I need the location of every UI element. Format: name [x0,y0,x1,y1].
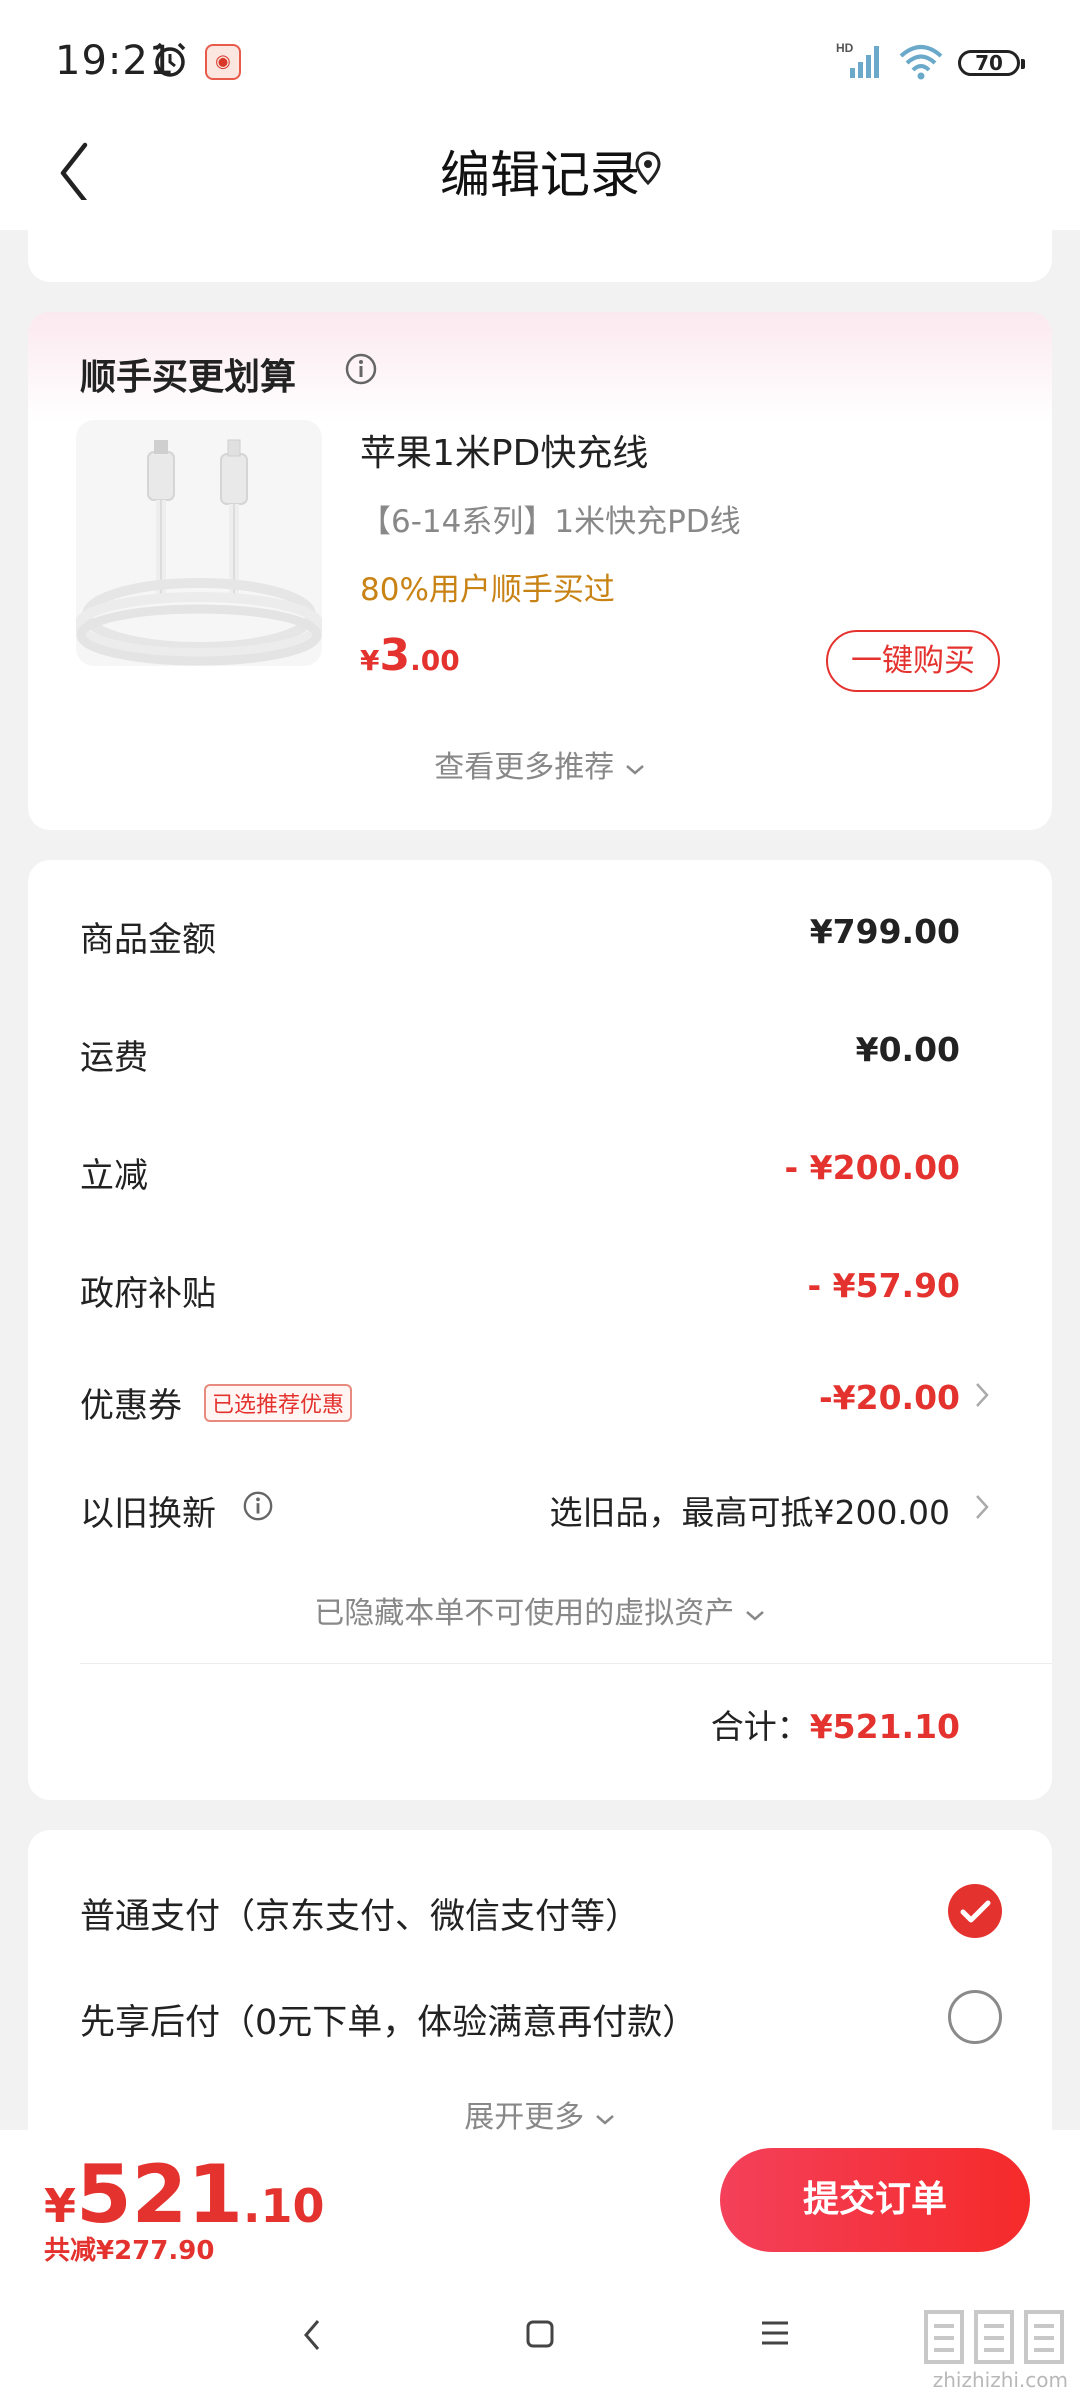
info-icon[interactable] [344,352,378,386]
more-recommend-link[interactable]: 查看更多推荐 [28,742,1052,786]
radio-checked-icon[interactable] [948,1884,1002,1938]
price-currency: ¥ [44,2179,77,2233]
product-name[interactable]: 苹果1米PD快充线 [360,424,648,476]
system-nav-bar [0,2290,1080,2400]
info-icon[interactable] [242,1490,274,1522]
shipping-row: 运费 ¥0.00 [80,1030,960,1090]
shipping-label: 运费 [80,1038,148,1078]
gov-subsidy-label: 政府补贴 [80,1274,216,1314]
coupon-tag: 已选推荐优惠 [204,1384,353,1422]
chevron-right-icon [976,1383,989,1407]
instant-discount-label: 立减 [80,1156,148,1196]
recommend-title: 顺手买更划算 [80,357,297,398]
submit-order-button[interactable]: 提交订单 [720,2148,1030,2252]
price-detail-card: 商品金额 ¥799.00 运费 ¥0.00 立减 - ¥200.00 政府补贴 … [28,860,1052,1800]
checkout-price: ¥521.10 [44,2148,325,2241]
chevron-down-icon [625,765,644,775]
coupon-label: 优惠券 [80,1386,182,1426]
divider [80,1663,1052,1664]
product-stat: 80%用户顺手买过 [360,572,615,608]
charging-cable-image [76,439,322,666]
price-decimal: .00 [410,644,460,677]
hidden-assets-label: 已隐藏本单不可使用的虚拟资产 [314,1596,735,1631]
product-image[interactable] [76,420,322,666]
location-pin-icon[interactable] [633,149,663,189]
total-value: ¥521.10 [809,1707,960,1746]
total-label: 合计： [710,1707,810,1746]
instant-discount-value: - ¥200.00 [784,1148,961,1187]
payment-option-label: 普通支付（京东支付、微信支付等） [80,1897,641,1937]
more-recommend-label: 查看更多推荐 [434,750,615,785]
payment-option-paylater[interactable]: 先享后付（0元下单，体验满意再付款） [80,1990,1002,2050]
gov-subsidy-row: 政府补贴 - ¥57.90 [80,1266,960,1326]
price-currency: ¥ [360,644,380,677]
shipping-value: ¥0.00 [855,1030,960,1069]
signal-icon: HD [836,41,879,78]
trade-in-label: 以旧换新 [80,1494,216,1534]
previous-section-card [28,200,1052,282]
system-back-icon[interactable] [300,2315,324,2355]
watermark-domain: zhizhizhi.com [932,2368,1068,2392]
coupon-row[interactable]: 优惠券 已选推荐优惠 -¥20.00 [80,1378,989,1438]
product-desc: 【6-14系列】1米快充PD线 [360,504,741,540]
price-integer: 3 [379,630,411,681]
signal-hd-label: HD [836,41,854,55]
system-home-icon[interactable] [524,2318,556,2350]
goods-amount-row: 商品金额 ¥799.00 [80,912,960,972]
payment-option-normal[interactable]: 普通支付（京东支付、微信支付等） [80,1884,1002,1944]
trade-in-value: 选旧品，最高可抵¥200.00 [549,1493,950,1532]
coupon-value: -¥20.00 [818,1378,960,1417]
alarm-icon [154,42,186,77]
status-bar: 19:21 ◉ HD 70 [0,0,1080,125]
chevron-down-icon [745,1611,764,1621]
price-decimal: .10 [243,2179,325,2233]
one-click-buy-button[interactable]: 一键购买 [826,630,1000,692]
payment-option-label: 先享后付（0元下单，体验满意再付款） [80,2003,698,2043]
app-notification-icon: ◉ [205,44,241,80]
gov-subsidy-value: - ¥57.90 [807,1266,960,1305]
radio-unchecked-icon[interactable] [948,1990,1002,2044]
total-saved: 共减¥277.90 [44,2236,215,2266]
total-line: 合计：¥521.10 [711,1700,960,1748]
hidden-assets-toggle[interactable]: 已隐藏本单不可使用的虚拟资产 [28,1588,1052,1632]
instant-discount-row: 立减 - ¥200.00 [80,1148,960,1208]
goods-amount-label: 商品金额 [80,920,216,960]
system-menu-icon[interactable] [760,2318,790,2348]
price-integer: 521 [76,2148,244,2241]
chevron-down-icon [595,2115,614,2125]
page-title: 编辑记录 [440,146,640,204]
battery-icon: 70 [958,50,1025,76]
goods-amount-value: ¥799.00 [809,912,960,951]
trade-in-row[interactable]: 以旧换新 选旧品，最高可抵¥200.00 [80,1486,989,1546]
wifi-icon [899,45,943,80]
recommend-card: 顺手买更划算 苹果1米PD快充线 【6-14系列】1米快充PD线 80%用户顺手… [28,312,1052,830]
chevron-right-icon [976,1495,989,1519]
product-price: ¥3.00 [360,630,460,681]
